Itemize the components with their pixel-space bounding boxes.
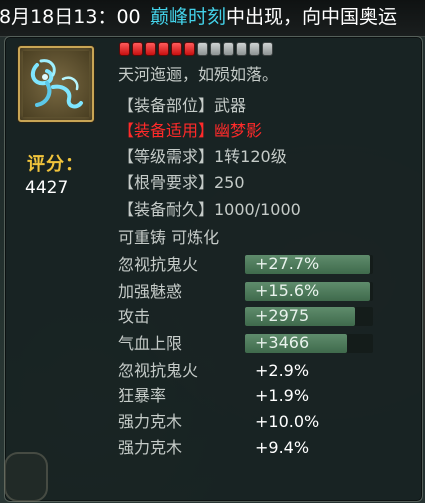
attribute-name: 忽视抗鬼火 [118, 361, 199, 380]
refine-pip [223, 42, 234, 56]
attribute-name: 攻击 [118, 307, 151, 326]
attribute-name: 忽视抗鬼火 [118, 255, 199, 274]
equip-class: 【装备适用】幽梦影 [118, 121, 263, 140]
attribute-value: +15.6% [255, 281, 320, 300]
attribute-value: +2975 [255, 306, 310, 325]
score-label: 评分： [27, 154, 84, 175]
item-description: 天河迤逦，如殒如落。 [118, 65, 279, 84]
attribute-name: 强力克木 [118, 438, 183, 457]
attribute-value: +27.7% [255, 254, 320, 273]
refine-pip [236, 42, 247, 56]
refine-pip [197, 42, 208, 56]
level-requirement: 【等级需求】1转120级 [118, 147, 287, 166]
refine-pip [158, 42, 169, 56]
attribute-bar: +27.7% [245, 254, 373, 274]
refine-pip [184, 42, 195, 56]
refine-level-pips [119, 42, 273, 56]
refine-pip [145, 42, 156, 56]
ticker-text-rest: 中出现，向中国奥运 [226, 6, 398, 28]
attribute-bar: +3466 [245, 333, 373, 353]
refine-pip [119, 42, 130, 56]
attribute-name: 强力克木 [118, 412, 183, 431]
attribute-name: 狂暴率 [118, 386, 167, 405]
refine-pip [262, 42, 273, 56]
attribute-value: +10.0% [255, 412, 320, 431]
attribute-value: +9.4% [255, 438, 310, 457]
refine-pip [132, 42, 143, 56]
attribute-name: 气血上限 [118, 334, 183, 353]
equip-slot: 【装备部位】武器 [118, 96, 247, 115]
attribute-bar: +15.6% [245, 281, 373, 301]
root-requirement: 【根骨要求】250 [118, 173, 245, 192]
attribute-value: +1.9% [255, 386, 310, 405]
attribute-value: +3466 [255, 333, 310, 352]
attribute-value: +2.9% [255, 361, 310, 380]
item-icon-frame [18, 46, 94, 122]
announcement-ticker: 8月18日13：00 巅峰时刻 中出现，向中国奥运 [0, 0, 425, 37]
refine-pip [210, 42, 221, 56]
ticker-text-time: 8月18日13：00 [0, 6, 141, 28]
ticker-text-highlight: 巅峰时刻 [150, 6, 227, 28]
refine-pip [171, 42, 182, 56]
durability: 【装备耐久】1000/1000 [118, 200, 301, 219]
recast-info: 可重铸 可炼化 [118, 228, 220, 247]
refine-pip [249, 42, 260, 56]
attribute-bar: +2975 [245, 306, 373, 326]
feather-whip-icon [23, 51, 89, 117]
corner-frame-ornament [4, 452, 48, 502]
attribute-name: 加强魅惑 [118, 282, 183, 301]
score-value: 4427 [25, 178, 69, 198]
